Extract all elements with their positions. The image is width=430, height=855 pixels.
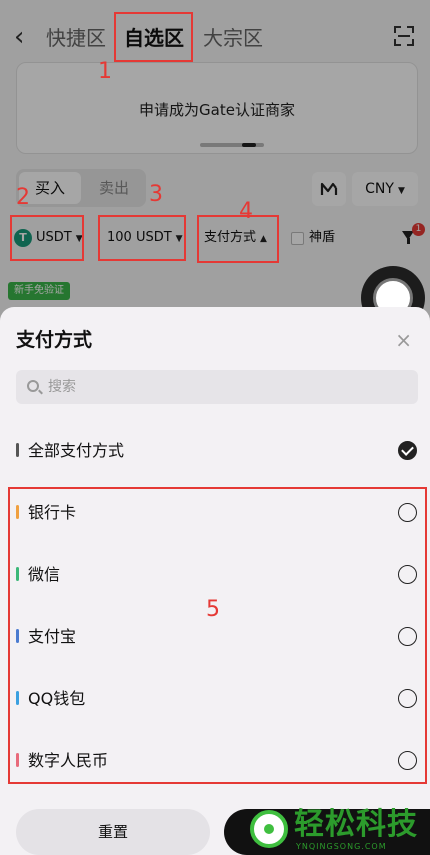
sell-tab[interactable]: 卖出: [84, 172, 144, 204]
option-bank-card[interactable]: 银行卡: [0, 487, 430, 539]
tab-bulk[interactable]: 大宗区: [203, 24, 263, 52]
chevron-down-icon: ▼: [397, 186, 405, 196]
radio-icon[interactable]: [398, 689, 417, 708]
watermark-logo: 轻松科技 YNQINGSONG.COM: [238, 804, 430, 855]
tab-custom[interactable]: 自选区: [124, 24, 184, 52]
coin-filter-label: USDT: [36, 230, 72, 245]
shield-label: 神盾: [309, 230, 336, 245]
coin-filter[interactable]: T USDT ▼: [14, 215, 83, 261]
tab-quick[interactable]: 快捷区: [46, 24, 106, 52]
search-box: [16, 370, 418, 404]
watermark-name: 轻松科技: [294, 807, 418, 842]
amount-filter-label: 100 USDT: [107, 230, 172, 245]
radio-icon[interactable]: [398, 503, 417, 522]
chevron-down-icon: ▼: [75, 234, 83, 244]
option-label: 银行卡: [28, 503, 77, 522]
banner-text: 申请成为Gate认证商家: [139, 101, 295, 119]
option-color-bar: [16, 443, 19, 457]
option-all-payment-methods[interactable]: 全部支付方式: [0, 425, 430, 477]
amount-filter[interactable]: 100 USDT ▼: [107, 215, 183, 261]
chart-button[interactable]: [312, 172, 346, 206]
option-label: 微信: [28, 565, 61, 584]
search-input[interactable]: [48, 370, 408, 404]
search-icon: [27, 380, 39, 392]
usdt-coin-icon: T: [14, 228, 32, 247]
option-label: QQ钱包: [28, 689, 86, 708]
back-icon[interactable]: ‹: [14, 22, 24, 52]
fiat-currency-select[interactable]: CNY ▼: [352, 172, 418, 206]
annotation-number-5: 5: [206, 597, 220, 622]
radio-icon[interactable]: [398, 627, 417, 646]
option-color-bar: [16, 753, 19, 767]
chart-icon: [320, 182, 338, 195]
payment-filter-label: 支付方式: [204, 230, 257, 245]
option-color-bar: [16, 629, 19, 643]
sheet-title: 支付方式: [16, 329, 93, 351]
reset-button[interactable]: 重置: [16, 809, 210, 855]
shield-checkbox[interactable]: [291, 232, 304, 245]
annotation-number-1: 1: [98, 59, 112, 84]
annotation-number-2: 2: [16, 185, 30, 210]
option-color-bar: [16, 505, 19, 519]
option-label: 全部支付方式: [28, 441, 125, 460]
option-qq-wallet[interactable]: QQ钱包: [0, 673, 430, 725]
option-color-bar: [16, 691, 19, 705]
option-color-bar: [16, 567, 19, 581]
radio-icon[interactable]: [398, 565, 417, 584]
payment-filter[interactable]: 支付方式 ▲: [204, 215, 267, 261]
new-user-tag: 新手免验证: [8, 282, 70, 300]
logo-icon: [250, 810, 288, 848]
fiat-currency-label: CNY: [365, 181, 394, 197]
merchant-banner[interactable]: 申请成为Gate认证商家: [16, 62, 418, 154]
buy-sell-toggle: 买入 卖出: [16, 169, 146, 207]
option-wechat[interactable]: 微信: [0, 549, 430, 601]
annotation-number-3: 3: [149, 182, 163, 207]
radio-icon[interactable]: [398, 751, 417, 770]
checkmark-icon[interactable]: [398, 441, 417, 460]
chevron-up-icon: ▲: [260, 234, 267, 244]
payment-method-sheet: 支付方式 × 全部支付方式 银行卡 微信 支付宝 QQ钱包 数字人民币 重置: [0, 307, 430, 855]
watermark-site: YNQINGSONG.COM: [296, 842, 387, 851]
option-label: 数字人民币: [28, 751, 109, 770]
carousel-indicator: [200, 143, 264, 147]
chevron-down-icon: ▼: [175, 234, 183, 244]
filter-icon-stem: [406, 238, 410, 244]
option-digital-rmb[interactable]: 数字人民币: [0, 735, 430, 787]
scan-icon[interactable]: [394, 26, 414, 46]
filter-badge: 1: [412, 223, 425, 236]
option-label: 支付宝: [28, 627, 77, 646]
close-icon[interactable]: ×: [395, 327, 412, 353]
annotation-number-4: 4: [239, 199, 253, 224]
